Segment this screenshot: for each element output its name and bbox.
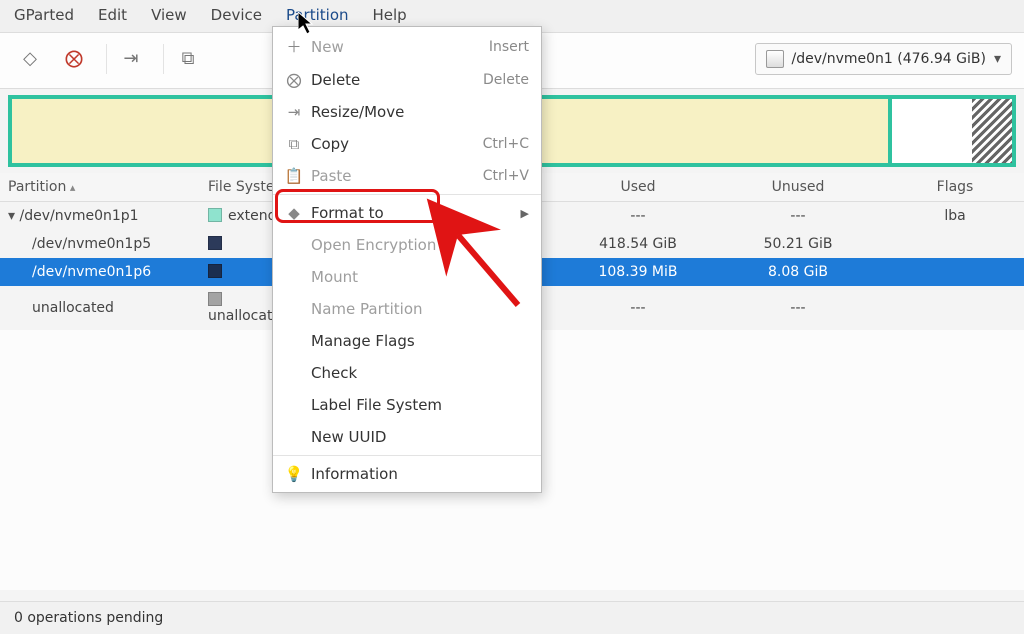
menu-item-accel: Insert — [489, 39, 529, 55]
used-cell: 108.39 MiB — [558, 264, 718, 280]
copy-icon: ⧉ — [285, 135, 303, 153]
menu-item-mount: Mount — [273, 261, 541, 293]
paste-icon: 📋 — [285, 167, 303, 185]
col-header-partition[interactable]: Partition — [8, 179, 208, 195]
device-selector-label: /dev/nvme0n1 (476.94 GiB) — [792, 51, 986, 67]
fs-swatch — [208, 264, 222, 278]
menu-item-check[interactable]: Check — [273, 357, 541, 389]
format-to-icon: ◆ — [285, 204, 303, 222]
used-cell: --- — [558, 208, 718, 224]
disk-segment-unallocated[interactable] — [972, 99, 1012, 163]
disk-icon — [766, 50, 784, 68]
partition-name: /dev/nvme0n1p6 — [8, 264, 208, 280]
fs-swatch — [208, 208, 222, 222]
menu-item-name-partition: Name Partition — [273, 293, 541, 325]
col-header-unused[interactable]: Unused — [718, 179, 878, 195]
menu-item-label: Open Encryption — [311, 236, 436, 254]
used-cell: --- — [558, 300, 718, 316]
col-header-used[interactable]: Used — [558, 179, 718, 195]
flags-cell: lba — [878, 208, 1024, 224]
menu-item-label: Copy — [311, 135, 349, 153]
menu-item-new-uuid[interactable]: New UUID — [273, 421, 541, 453]
menu-item-delete[interactable]: ⨂ Delete Delete — [273, 64, 541, 96]
menu-item-paste: 📋 Paste Ctrl+V — [273, 160, 541, 192]
menu-separator — [273, 194, 541, 195]
resize-move-icon: ⇥ — [285, 103, 303, 121]
menu-item-label: Manage Flags — [311, 332, 415, 350]
unused-cell: 50.21 GiB — [718, 236, 878, 252]
menu-item-label: Label File System — [311, 396, 442, 414]
device-selector[interactable]: /dev/nvme0n1 (476.94 GiB) ▾ — [755, 43, 1013, 75]
partition-name: /dev/nvme0n1p1 — [8, 208, 208, 224]
menu-item-label: Format to — [311, 204, 384, 222]
used-cell: 418.54 GiB — [558, 236, 718, 252]
partition-dropdown-menu: ＋ New Insert ⨂ Delete Delete ⇥ Resize/Move ⧉ Copy… — [272, 26, 542, 493]
menu-device[interactable]: Device — [207, 4, 266, 28]
fs-swatch — [208, 236, 222, 250]
menu-help[interactable]: Help — [369, 4, 411, 28]
toolbar-separator — [106, 44, 107, 74]
menu-item-accel: Delete — [483, 72, 529, 88]
chevron-down-icon: ▾ — [994, 51, 1001, 67]
menu-view[interactable]: View — [147, 4, 191, 28]
menu-item-information[interactable]: 💡 Information — [273, 458, 541, 490]
menu-item-label: Paste — [311, 167, 352, 185]
menu-item-label: New — [311, 38, 344, 56]
menu-item-accel: Ctrl+V — [483, 168, 529, 184]
unused-cell: 8.08 GiB — [718, 264, 878, 280]
menu-item-label: Check — [311, 364, 357, 382]
menu-item-manage-flags[interactable]: Manage Flags — [273, 325, 541, 357]
col-header-flags[interactable]: Flags — [878, 179, 1024, 195]
toolbar-separator — [163, 44, 164, 74]
menu-item-label-file-system[interactable]: Label File System — [273, 389, 541, 421]
partition-name: /dev/nvme0n1p5 — [8, 236, 208, 252]
menu-item-label: Resize/Move — [311, 103, 404, 121]
submenu-chevron-icon: ▶ — [521, 207, 529, 220]
disk-segment-unused[interactable] — [892, 99, 972, 163]
menu-item-label: Delete — [311, 71, 360, 89]
menu-partition[interactable]: Partition — [282, 4, 353, 28]
fs-swatch — [208, 292, 222, 306]
status-text: 0 operations pending — [14, 610, 163, 626]
new-partition-button[interactable]: ◇ — [12, 41, 48, 77]
menu-item-accel: Ctrl+C — [483, 136, 529, 152]
new-icon: ＋ — [285, 36, 303, 57]
menu-item-format-to[interactable]: ◆ Format to ▶ — [273, 197, 541, 229]
menu-item-label: Information — [311, 465, 398, 483]
menu-gparted[interactable]: GParted — [10, 4, 78, 28]
menu-edit[interactable]: Edit — [94, 4, 131, 28]
information-icon: 💡 — [285, 465, 303, 483]
status-bar: 0 operations pending — [0, 601, 1024, 634]
menu-item-label: New UUID — [311, 428, 386, 446]
partition-name: unallocated — [8, 300, 208, 316]
menu-item-copy[interactable]: ⧉ Copy Ctrl+C — [273, 128, 541, 160]
copy-button[interactable]: ⧉ — [170, 41, 206, 77]
unused-cell: --- — [718, 208, 878, 224]
menu-item-label: Name Partition — [311, 300, 423, 318]
menu-item-label: Mount — [311, 268, 358, 286]
resize-move-button[interactable]: ⇥ — [113, 41, 149, 77]
delete-icon: ⨂ — [285, 71, 303, 89]
menu-item-resize-move[interactable]: ⇥ Resize/Move — [273, 96, 541, 128]
unused-cell: --- — [718, 300, 878, 316]
menu-item-open-encryption: Open Encryption — [273, 229, 541, 261]
menu-separator — [273, 455, 541, 456]
menu-item-new: ＋ New Insert — [273, 29, 541, 64]
delete-partition-button[interactable]: ⨂ — [56, 41, 92, 77]
